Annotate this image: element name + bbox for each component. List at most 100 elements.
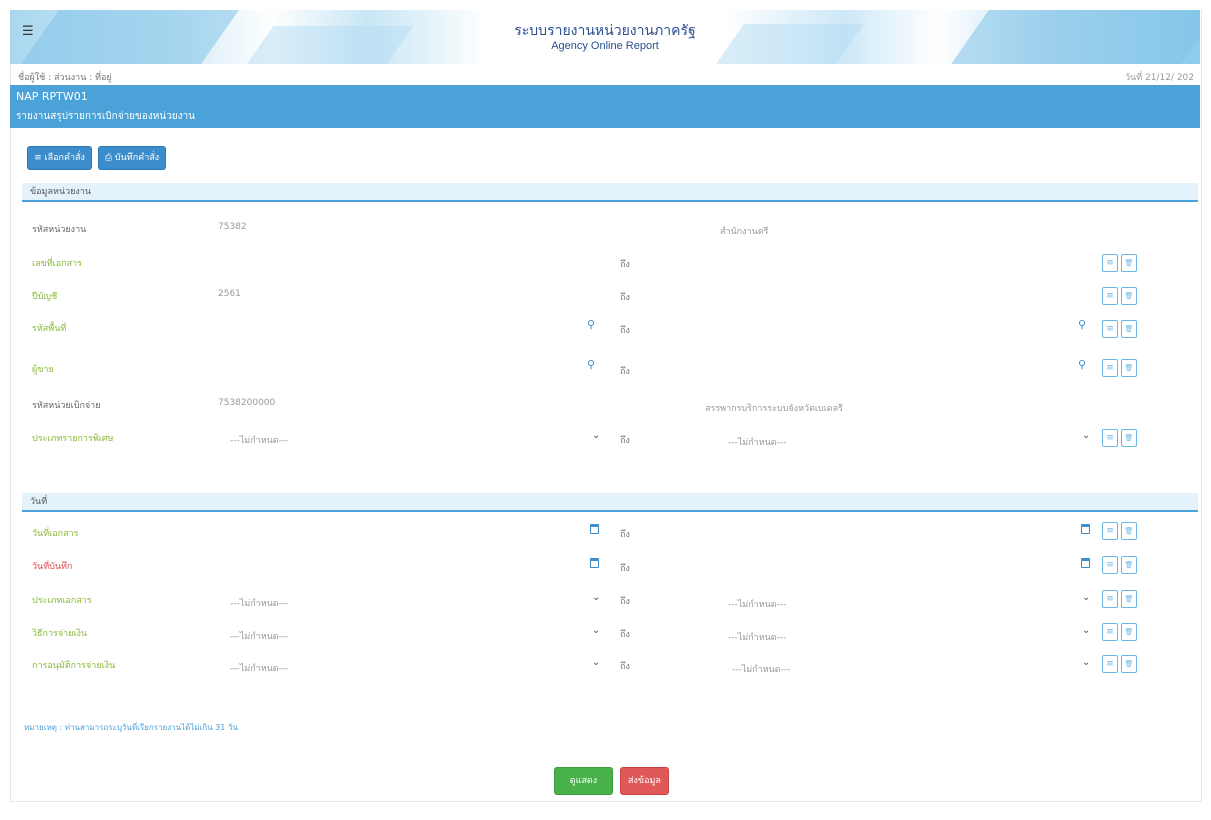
agency-code-value: 75382	[218, 222, 247, 232]
doc-date-to: ถึง	[620, 530, 630, 540]
doc-type-select-from[interactable]: ---ไม่กำหนด---	[230, 596, 288, 610]
user-info: ชื่อผู้ใช้ : ส่วนงาน : ที่อยู่	[18, 73, 112, 83]
search-icon[interactable]: ⚲	[587, 318, 595, 331]
current-date: วันที่ 21/12/ 202	[1124, 73, 1194, 83]
clear-button[interactable]: 🗑	[1121, 359, 1137, 377]
doc-no-label: เลขที่เอกสาร	[32, 259, 82, 269]
chevron-down-icon[interactable]: ⌄	[1082, 592, 1090, 603]
clear-button[interactable]: 🗑	[1121, 590, 1137, 608]
list-icon: ≡	[1106, 627, 1114, 637]
vendor-label: ผู้ขาย	[32, 365, 54, 375]
disb-unit-name: สรรพากรบริการระบบจังหวัดเบเดลรี	[705, 404, 843, 414]
pay-status-to: ถึง	[620, 662, 630, 672]
pay-method-select-to[interactable]: ---ไม่กำหนด---	[728, 630, 786, 644]
list-icon: ≡	[1106, 433, 1114, 443]
list-icon: ≡	[1106, 659, 1114, 669]
pay-status-select-to[interactable]: ---ไม่กำหนด---	[732, 662, 790, 676]
calendar-icon[interactable]	[1081, 558, 1090, 568]
fiscal-year-to: ถึง	[620, 293, 630, 303]
date-range-note: หมายเหตุ : ท่านสามารถระบุวันที่เรียกรายง…	[24, 723, 238, 732]
section-date-header: วันที่	[22, 493, 1198, 512]
list-button[interactable]: ≡	[1102, 320, 1118, 338]
report-code: NAP RPTW01	[16, 90, 88, 103]
calendar-icon[interactable]	[1081, 524, 1090, 534]
vendor-to: ถึง	[620, 367, 630, 377]
pay-status-label: การอนุมัติการจ่ายเงิน	[32, 661, 116, 671]
pay-status-select-from[interactable]: ---ไม่กำหนด---	[230, 661, 288, 675]
calendar-icon[interactable]	[590, 524, 599, 534]
export-button[interactable]: ส่งข้อมูล	[620, 767, 669, 795]
clear-button[interactable]: 🗑	[1121, 655, 1137, 673]
trash-icon: 🗑	[1124, 325, 1134, 333]
trash-icon: 🗑	[1124, 434, 1134, 442]
app-subtitle: Agency Online Report	[551, 40, 659, 52]
search-icon[interactable]: ⚲	[1078, 358, 1086, 371]
trash-icon: 🗑	[1124, 292, 1134, 300]
list-button[interactable]: ≡	[1102, 254, 1118, 272]
list-icon: ≡	[1106, 594, 1114, 604]
chevron-down-icon[interactable]: ⌄	[592, 657, 600, 668]
app-title: ระบบรายงานหน่วยงานภาครัฐ	[514, 23, 696, 39]
list-button[interactable]: ≡	[1102, 556, 1118, 574]
list-button[interactable]: ≡	[1102, 287, 1118, 305]
area-code-to: ถึง	[620, 326, 630, 336]
area-code-label: รหัสพื้นที่	[32, 324, 67, 334]
special-type-select-to[interactable]: ---ไม่กำหนด---	[728, 435, 786, 449]
clear-button[interactable]: 🗑	[1121, 254, 1137, 272]
list-button[interactable]: ≡	[1102, 655, 1118, 673]
list-button[interactable]: ≡	[1102, 522, 1118, 540]
special-type-select-from[interactable]: ---ไม่กำหนด---	[230, 433, 288, 447]
list-icon: ≡	[1106, 291, 1114, 301]
fiscal-year-label: ปีบัญชี	[32, 292, 58, 302]
list-icon: ≡	[1106, 258, 1114, 268]
doc-type-label: ประเภทเอกสาร	[32, 596, 92, 606]
clear-button[interactable]: 🗑	[1121, 287, 1137, 305]
disb-unit-value: 7538200000	[218, 398, 276, 408]
save-command-button[interactable]: ⎙ บันทึกคำสั่งงาน	[98, 146, 166, 185]
pay-method-select-from[interactable]: ---ไม่กำหนด---	[230, 629, 288, 643]
doc-date-label: วันที่เอกสาร	[32, 529, 79, 539]
show-report-button[interactable]: ดูแสดงรายงาน	[554, 767, 613, 812]
record-date-to: ถึง	[620, 564, 630, 574]
trash-icon: 🗑	[1124, 628, 1134, 636]
chevron-down-icon[interactable]: ⌄	[592, 625, 600, 636]
trash-icon: 🗑	[1124, 259, 1134, 267]
pay-method-to: ถึง	[620, 630, 630, 640]
list-icon: ≡	[1106, 526, 1114, 536]
list-button[interactable]: ≡	[1102, 623, 1118, 641]
clear-button[interactable]: 🗑	[1121, 623, 1137, 641]
report-title-bar: NAP RPTW01 รายงานสรุปรายการเบิกจ่ายของหน…	[10, 85, 1200, 128]
select-command-button[interactable]: ≡ เลือกคำสั่งงาน	[27, 146, 92, 185]
special-type-to: ถึง	[620, 436, 630, 446]
list-button[interactable]: ≡	[1102, 590, 1118, 608]
chevron-down-icon[interactable]: ⌄	[1082, 430, 1090, 441]
list-icon: ≡	[1106, 324, 1114, 334]
clear-button[interactable]: 🗑	[1121, 556, 1137, 574]
list-icon: ≡	[1106, 560, 1114, 570]
fiscal-year-value[interactable]: 2561	[218, 289, 241, 299]
list-button[interactable]: ≡	[1102, 429, 1118, 447]
trash-icon: 🗑	[1124, 364, 1134, 372]
trash-icon: 🗑	[1124, 527, 1134, 535]
agency-code-label: รหัสหน่วยงาน	[32, 225, 87, 235]
chevron-down-icon[interactable]: ⌄	[1082, 657, 1090, 668]
report-name: รายงานสรุปรายการเบิกจ่ายของหน่วยงาน	[16, 111, 196, 122]
calendar-icon[interactable]	[590, 558, 599, 568]
chevron-down-icon[interactable]: ⌄	[1082, 625, 1090, 636]
pay-method-label: วิธีการจ่ายเงิน	[32, 629, 88, 639]
search-icon[interactable]: ⚲	[587, 358, 595, 371]
clear-button[interactable]: 🗑	[1121, 522, 1137, 540]
chevron-down-icon[interactable]: ⌄	[592, 592, 600, 603]
list-button[interactable]: ≡	[1102, 359, 1118, 377]
special-type-label: ประเภทรายการพิเศษ	[32, 434, 114, 444]
trash-icon: 🗑	[1124, 561, 1134, 569]
user-info-bar: ชื่อผู้ใช้ : ส่วนงาน : ที่อยู่ วันที่ 21…	[10, 66, 1200, 84]
content-frame	[10, 10, 1202, 802]
search-icon[interactable]: ⚲	[1078, 318, 1086, 331]
header-banner: ☰ ระบบรายงานหน่วยงานภาครัฐ Agency Online…	[10, 10, 1200, 64]
clear-button[interactable]: 🗑	[1121, 320, 1137, 338]
page: ☰ ระบบรายงานหน่วยงานภาครัฐ Agency Online…	[0, 0, 1211, 812]
doc-type-select-to[interactable]: ---ไม่กำหนด---	[728, 597, 786, 611]
chevron-down-icon[interactable]: ⌄	[592, 430, 600, 441]
clear-button[interactable]: 🗑	[1121, 429, 1137, 447]
